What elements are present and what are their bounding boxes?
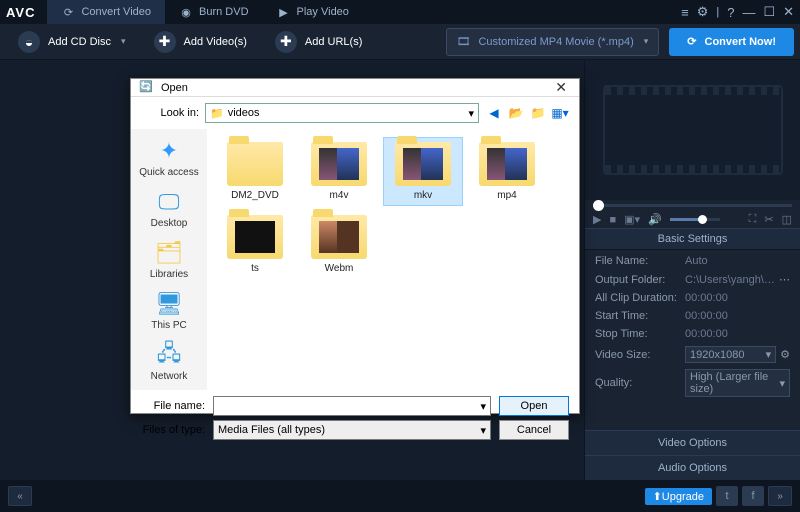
right-panel: ▶ ■ ▣▾ 🔊 ⛶ ✂ ◫ Basic Settings File Name:… [584, 60, 800, 480]
network-icon: 🖧 [153, 341, 185, 369]
app-logo: AVC [6, 5, 35, 20]
toolbar: ◒Add CD Disc▾ ✚Add Video(s) ✚Add URL(s) … [0, 24, 800, 60]
star-icon: ✦ [153, 137, 185, 165]
convert-now-button[interactable]: ⟳Convert Now! [669, 28, 794, 56]
browse-icon[interactable]: ⋯ [779, 273, 790, 286]
open-file-dialog: 🔄 Open ✕ Look in: 📁videos▾ ◀ 📂 📁 ▦▾ ✦Qui… [130, 78, 580, 414]
view-menu-icon[interactable]: ▦▾ [551, 104, 569, 122]
cancel-button[interactable]: Cancel [499, 420, 569, 440]
help-icon[interactable]: ? [727, 5, 734, 20]
link-icon[interactable]: ⛶ [749, 213, 757, 226]
folder-item[interactable]: mp4 [467, 137, 547, 206]
disc-icon: ◉ [179, 5, 193, 19]
folder-item[interactable]: m4v [299, 137, 379, 206]
globe-icon: ✚ [275, 31, 297, 53]
folder-item[interactable]: Webm [299, 210, 379, 279]
chevron-down-icon: ▾ [644, 36, 649, 47]
stop-button[interactable]: ■ [609, 214, 616, 226]
maximize-icon[interactable]: ☐ [763, 4, 775, 20]
folder-item[interactable]: DM2_DVD [215, 137, 295, 206]
close-icon[interactable]: ✕ [551, 79, 571, 96]
place-network[interactable]: 🖧Network [131, 337, 207, 386]
refresh-icon: ⟳ [687, 35, 696, 48]
chevron-down-icon: ▾ [766, 348, 772, 361]
tab-play-video[interactable]: ▶Play Video [263, 0, 363, 24]
disc-icon: ◒ [18, 31, 40, 53]
app-icon: 🔄 [139, 80, 155, 96]
preview-area [585, 60, 800, 200]
folder-item[interactable]: ts [215, 210, 295, 279]
file-list: DM2_DVD m4v mkv mp4 ts Webm [207, 129, 579, 390]
volume-icon[interactable]: 🔊 [648, 213, 662, 226]
up-icon[interactable]: 📂 [507, 104, 525, 122]
desktop-icon: 🖵 [153, 188, 185, 216]
new-folder-icon[interactable]: 📁 [529, 104, 547, 122]
volume-slider[interactable] [670, 218, 720, 221]
close-icon[interactable]: ✕ [783, 4, 794, 20]
gear-icon[interactable]: ⚙ [697, 4, 709, 20]
lookin-select[interactable]: 📁videos▾ [205, 103, 479, 123]
place-libraries[interactable]: 🗂Libraries [131, 235, 207, 284]
places-bar: ✦Quick access 🖵Desktop 🗂Libraries 🖥This … [131, 129, 207, 390]
minimize-icon[interactable]: — [742, 5, 755, 20]
seek-slider[interactable] [593, 204, 792, 207]
back-icon[interactable]: ◀ [485, 104, 503, 122]
open-button[interactable]: Open [499, 396, 569, 416]
folder-item[interactable]: mkv [383, 137, 463, 206]
refresh-icon: ⟳ [61, 5, 75, 19]
collapse-right-button[interactable]: » [768, 486, 792, 506]
crop-icon[interactable]: ◫ [782, 213, 792, 226]
audio-options-button[interactable]: Audio Options [585, 455, 800, 480]
upgrade-button[interactable]: ⬆Upgrade [645, 488, 712, 505]
dialog-title: Open [161, 82, 188, 94]
facebook-icon[interactable]: f [742, 486, 764, 506]
film-placeholder-icon [603, 85, 783, 175]
quality-select[interactable]: High (Larger file size)▾ [685, 369, 790, 397]
libraries-icon: 🗂 [153, 239, 185, 267]
place-this-pc[interactable]: 🖥This PC [131, 286, 207, 335]
chevron-down-icon: ▾ [468, 107, 474, 120]
output-format-select[interactable]: 🎞 Customized MP4 Movie (*.mp4) ▾ [446, 28, 660, 56]
video-size-select[interactable]: 1920x1080▾ [685, 346, 776, 363]
folder-icon: 📁 [210, 107, 224, 120]
basic-settings: File Name:Auto Output Folder:C:\Users\ya… [585, 250, 800, 402]
collapse-left-button[interactable]: « [8, 486, 32, 506]
cut-icon[interactable]: ✂ [764, 213, 773, 226]
playback-controls: ▶ ■ ▣▾ 🔊 ⛶ ✂ ◫ [585, 211, 800, 228]
add-urls-button[interactable]: ✚Add URL(s) [263, 28, 374, 56]
place-quick-access[interactable]: ✦Quick access [131, 133, 207, 182]
add-cd-button[interactable]: ◒Add CD Disc▾ [6, 28, 138, 56]
snapshot-button[interactable]: ▣▾ [624, 213, 640, 226]
pc-icon: 🖥 [153, 290, 185, 318]
titlebar: AVC ⟳Convert Video ◉Burn DVD ▶Play Video… [0, 0, 800, 24]
upload-icon: ⬆ [653, 491, 662, 503]
tab-convert-video[interactable]: ⟳Convert Video [47, 0, 165, 24]
footer: « ⬆Upgrade t f » [0, 480, 800, 512]
chevron-down-icon: ▾ [480, 424, 486, 437]
play-icon: ▶ [277, 5, 291, 19]
place-desktop[interactable]: 🖵Desktop [131, 184, 207, 233]
menu-icon[interactable]: ≡ [681, 5, 689, 20]
film-icon: ✚ [154, 31, 176, 53]
video-options-button[interactable]: Video Options [585, 430, 800, 455]
filename-input[interactable]: ▾ [213, 396, 491, 416]
chevron-down-icon: ▾ [779, 377, 785, 390]
play-button[interactable]: ▶ [593, 213, 601, 226]
film-icon: 🎞 [457, 35, 471, 48]
add-videos-button[interactable]: ✚Add Video(s) [142, 28, 259, 56]
chevron-down-icon: ▾ [480, 400, 486, 413]
chevron-down-icon: ▾ [121, 36, 126, 47]
gear-icon[interactable]: ⚙ [780, 348, 790, 361]
dialog-titlebar: 🔄 Open ✕ [131, 79, 579, 97]
tab-burn-dvd[interactable]: ◉Burn DVD [165, 0, 263, 24]
filetype-select[interactable]: Media Files (all types)▾ [213, 420, 491, 440]
basic-settings-header: Basic Settings [585, 228, 800, 250]
twitter-icon[interactable]: t [716, 486, 738, 506]
